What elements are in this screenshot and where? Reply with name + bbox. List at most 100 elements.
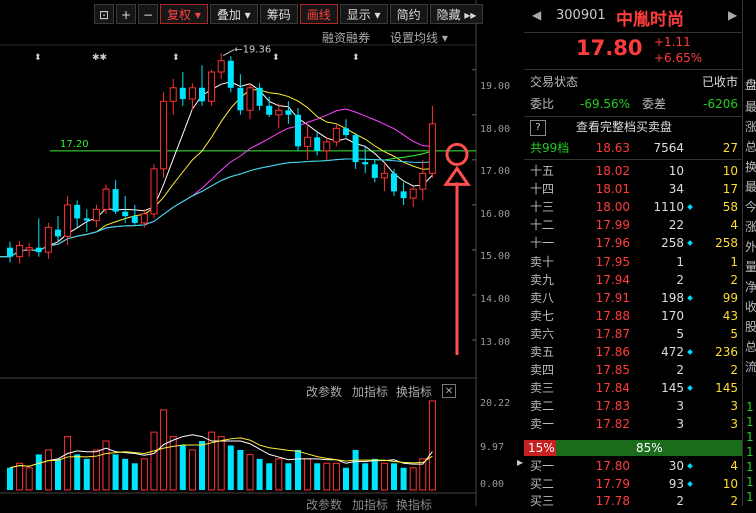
volume-bar bbox=[227, 445, 234, 490]
candle-body bbox=[179, 87, 186, 100]
sell-order-row[interactable]: 卖三 17.84 145 145 bbox=[524, 380, 742, 397]
strip-label: 净 bbox=[745, 280, 756, 294]
strip-label: 今 bbox=[745, 200, 756, 214]
volume-tick: 9.97 bbox=[480, 442, 505, 453]
financing-link[interactable]: 融资融券 bbox=[322, 29, 370, 46]
strip-label: 外 bbox=[745, 240, 756, 254]
candle-body bbox=[314, 137, 321, 151]
candle-body bbox=[237, 87, 244, 111]
candle-body bbox=[140, 213, 148, 224]
hide-button[interactable]: 隐藏 ▸▸ bbox=[429, 4, 484, 24]
event-marker-icon: ⬍ bbox=[172, 53, 180, 63]
volume-bar bbox=[112, 454, 119, 490]
highlight-arrow-head bbox=[443, 165, 471, 186]
sell-order-row[interactable]: 卖七 17.88 170 43 bbox=[524, 308, 742, 325]
close-icon[interactable]: ✕ bbox=[442, 384, 456, 398]
strip-value: 1 bbox=[746, 460, 754, 474]
price-tick: 16.00 bbox=[480, 209, 511, 220]
sell-order-row[interactable]: 卖十 17.95 1 1 bbox=[524, 254, 742, 271]
chips-button[interactable]: 筹码 bbox=[259, 4, 298, 24]
panel-collapse-handle[interactable]: ▸ bbox=[517, 455, 523, 477]
candle-body bbox=[102, 188, 110, 210]
volume-bar bbox=[409, 467, 417, 491]
switch-indicator-button[interactable]: 换指标 bbox=[396, 496, 432, 513]
zoom-in-icon[interactable]: + bbox=[116, 4, 136, 24]
next-stock-arrow[interactable]: ▶ bbox=[728, 8, 737, 22]
add-indicator-button[interactable]: 加指标 bbox=[352, 496, 388, 513]
stock-header: ◀ 300901 中胤时尚 ▶ bbox=[524, 0, 742, 33]
candle-body bbox=[391, 173, 397, 192]
big-order-marker-icon bbox=[687, 240, 693, 247]
draw-line-button[interactable]: 画线 bbox=[299, 4, 338, 24]
event-marker-icon: ⬍ bbox=[272, 53, 280, 63]
candle-body bbox=[419, 172, 427, 190]
candle-body bbox=[295, 114, 301, 147]
strip-label: 总 bbox=[745, 340, 756, 354]
sell-order-row[interactable]: 十二 17.99 22 4 bbox=[524, 217, 742, 234]
candle-body bbox=[400, 191, 407, 199]
price-tick: 19.00 bbox=[480, 81, 511, 92]
buy-order-row[interactable]: 买二 17.79 93 10 bbox=[524, 476, 742, 493]
stock-code: 300901 bbox=[556, 8, 606, 23]
volume-bar bbox=[295, 449, 301, 490]
sell-order-row[interactable]: 卖八 17.91 198 99 bbox=[524, 290, 742, 307]
volume-bar bbox=[304, 458, 312, 491]
volume-bar bbox=[237, 449, 244, 490]
fuquan-button[interactable]: 复权 ▾ bbox=[160, 4, 208, 24]
strip-label: 收 bbox=[745, 300, 756, 314]
sell-order-row[interactable]: 十三 18.00 1110 58 bbox=[524, 199, 742, 216]
candle-body bbox=[217, 60, 225, 73]
big-order-marker-icon bbox=[687, 294, 693, 301]
volume-bar bbox=[285, 463, 292, 490]
volume-bar bbox=[199, 441, 205, 490]
edit-params-button[interactable]: 改参数 bbox=[306, 496, 342, 513]
sell-order-row[interactable]: 卖五 17.86 472 236 bbox=[524, 344, 742, 361]
ma-setting-link[interactable]: 设置均线 ▾ bbox=[390, 29, 448, 46]
add-indicator-button[interactable]: 加指标 bbox=[352, 383, 388, 400]
strip-value: 1 bbox=[746, 415, 754, 429]
kline-chart-svg[interactable]: 17.20⬍ ✱✱ ⬍ ⬍ ⬍←19.36 bbox=[0, 0, 516, 506]
candle-body bbox=[35, 247, 42, 253]
switch-indicator-button[interactable]: 换指标 bbox=[396, 383, 432, 400]
candle-body bbox=[208, 71, 216, 102]
candle-body bbox=[275, 109, 283, 116]
simple-button[interactable]: 简约 bbox=[389, 4, 428, 24]
strip-label: 最 bbox=[745, 180, 756, 194]
candle-body bbox=[169, 87, 177, 102]
candle-body bbox=[92, 208, 100, 222]
quote-panel: ◀ 300901 中胤时尚 ▶ 17.80 +1.11 +6.65% 交易状态 … bbox=[524, 0, 742, 508]
buy-order-row[interactable]: 买三 17.78 2 2 bbox=[524, 493, 742, 510]
prev-stock-arrow[interactable]: ◀ bbox=[532, 8, 541, 22]
volume-bar bbox=[332, 462, 340, 491]
orderbook-total-row: 共99档 18.63 7564 27 bbox=[524, 140, 742, 160]
candle-body bbox=[428, 123, 436, 174]
sell-order-row[interactable]: 卖六 17.87 5 5 bbox=[524, 326, 742, 343]
view-full-orderbook[interactable]: ? 查看完整档买卖盘 bbox=[524, 119, 742, 136]
sell-order-row[interactable]: 十一 17.96 258 258 bbox=[524, 235, 742, 252]
volume-bar bbox=[256, 458, 263, 490]
sell-order-row[interactable]: 卖二 17.83 3 3 bbox=[524, 398, 742, 415]
zoom-out-icon[interactable]: − bbox=[138, 4, 158, 24]
sell-order-row[interactable]: 十五 18.02 10 10 bbox=[524, 163, 742, 180]
trade-status-row: 交易状态 已收市 bbox=[530, 75, 738, 89]
event-marker-icon: ⬍ bbox=[352, 53, 360, 63]
candle-body bbox=[266, 105, 273, 115]
sell-order-row[interactable]: 卖四 17.85 2 2 bbox=[524, 362, 742, 379]
sell-order-row[interactable]: 卖九 17.94 2 2 bbox=[524, 272, 742, 289]
overlay-button[interactable]: 叠加 ▾ bbox=[209, 4, 258, 24]
volume-bar bbox=[169, 436, 177, 491]
edit-params-button[interactable]: 改参数 bbox=[306, 383, 342, 400]
sell-order-row[interactable]: 十四 18.01 34 17 bbox=[524, 181, 742, 198]
candle-body bbox=[352, 135, 359, 163]
kline-chart-panel[interactable]: 17.20 ⬍ ✱✱ ⬍ ⬍ ⬍ ←19.36 ⊡ + − 复权 ▾ 叠加 ▾ 筹码 画线 … bbox=[0, 0, 516, 512]
candle-body bbox=[323, 141, 331, 152]
annotation-line-label: 17.20 bbox=[60, 139, 89, 150]
lock-icon[interactable]: ⊡ bbox=[94, 4, 114, 24]
candle-body bbox=[380, 172, 388, 179]
candle-body bbox=[304, 136, 312, 147]
display-button[interactable]: 显示 ▾ bbox=[339, 4, 388, 24]
buy-order-row[interactable]: 买一 17.80 30 4 bbox=[524, 458, 742, 475]
sell-order-row[interactable]: 卖一 17.82 3 3 bbox=[524, 416, 742, 433]
candle-body bbox=[227, 60, 234, 88]
event-marker-icon: ⬍ bbox=[34, 53, 42, 63]
